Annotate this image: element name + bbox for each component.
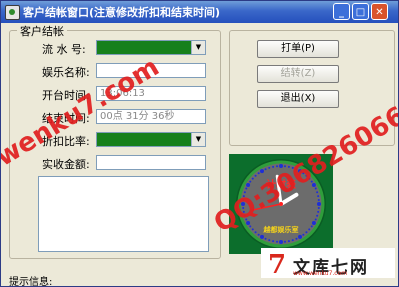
- status-label: 提示信息:: [9, 277, 53, 287]
- clock-tick: [317, 195, 320, 198]
- clock-tick: [276, 165, 279, 168]
- checkout-window: 客户结帐窗口(注意修改折扣和结束时间) _ □ ✕ 客户结帐 流 水 号: ▼ …: [0, 0, 399, 287]
- clock-tick: [314, 187, 317, 190]
- group-title: 客户结帐: [17, 23, 67, 39]
- discount-dropdown[interactable]: ▼: [96, 132, 206, 147]
- clock-tick: [251, 177, 254, 180]
- logo-url: www.wenku7.com: [293, 270, 348, 277]
- clock-tick: [268, 239, 271, 242]
- clock-tick: [311, 221, 316, 225]
- clock-tick: [279, 240, 283, 244]
- clock-tick: [264, 237, 267, 240]
- clock-tick: [276, 240, 279, 243]
- clock-tick: [264, 168, 267, 171]
- clock-tick: [272, 240, 275, 243]
- serial-dropdown[interactable]: ▼: [96, 40, 206, 55]
- clock-tick: [257, 233, 260, 236]
- serial-label: 流 水 号:: [42, 43, 86, 56]
- amount-label: 实收金额:: [42, 158, 90, 171]
- notes-textarea[interactable]: [38, 176, 209, 252]
- app-icon: [5, 5, 20, 20]
- clock-tick: [295, 237, 298, 240]
- exit-button[interactable]: 退出(X): [257, 90, 339, 108]
- clock-tick: [268, 166, 271, 169]
- clock-tick: [254, 231, 257, 234]
- watermark-logo: 7 文库七网 www.wenku7.com: [261, 248, 395, 280]
- clock-tick: [317, 206, 320, 209]
- clock-tick: [249, 225, 252, 228]
- clock-tick: [316, 214, 319, 217]
- clock-tick: [251, 228, 254, 231]
- clock-tick: [246, 183, 251, 187]
- clock-tick: [249, 180, 252, 183]
- print-button[interactable]: 打单(P): [257, 40, 339, 58]
- clock-tick: [302, 233, 305, 236]
- clock-tick: [317, 202, 321, 206]
- amount-field[interactable]: [96, 155, 206, 170]
- name-label: 娱乐名称:: [42, 66, 90, 79]
- clock-tick: [308, 228, 311, 231]
- clock-subtitle: 越都娱乐室: [263, 225, 299, 234]
- clock-tick: [260, 234, 264, 239]
- clock-tick: [287, 240, 290, 243]
- maximize-button[interactable]: □: [352, 3, 369, 20]
- minimize-button[interactable]: _: [333, 3, 350, 20]
- clock-tick: [310, 225, 313, 228]
- clock-tick: [257, 172, 260, 175]
- clock-tick: [272, 165, 275, 168]
- window-title: 客户结帐窗口(注意修改折扣和结束时间): [23, 6, 221, 19]
- clock-tick: [254, 174, 257, 177]
- clock-tick: [260, 169, 264, 174]
- settle-button[interactable]: 结转(Z): [257, 65, 339, 83]
- clock-tick: [291, 239, 294, 242]
- title-bar[interactable]: 客户结帐窗口(注意修改折扣和结束时间) _ □ ✕: [1, 1, 398, 23]
- end-time-field[interactable]: 00点 31分 36秒: [96, 109, 206, 124]
- clock-tick: [316, 191, 319, 194]
- logo-mark: 7: [268, 250, 287, 280]
- clock-tick: [317, 199, 320, 202]
- chevron-down-icon[interactable]: ▼: [191, 133, 205, 146]
- close-button[interactable]: ✕: [371, 3, 388, 20]
- chevron-down-icon[interactable]: ▼: [191, 41, 205, 54]
- clock-tick: [314, 218, 317, 221]
- clock-tick: [317, 210, 320, 213]
- clock-tick: [298, 234, 302, 239]
- clock-tick: [305, 231, 308, 234]
- clock-tick: [283, 240, 286, 243]
